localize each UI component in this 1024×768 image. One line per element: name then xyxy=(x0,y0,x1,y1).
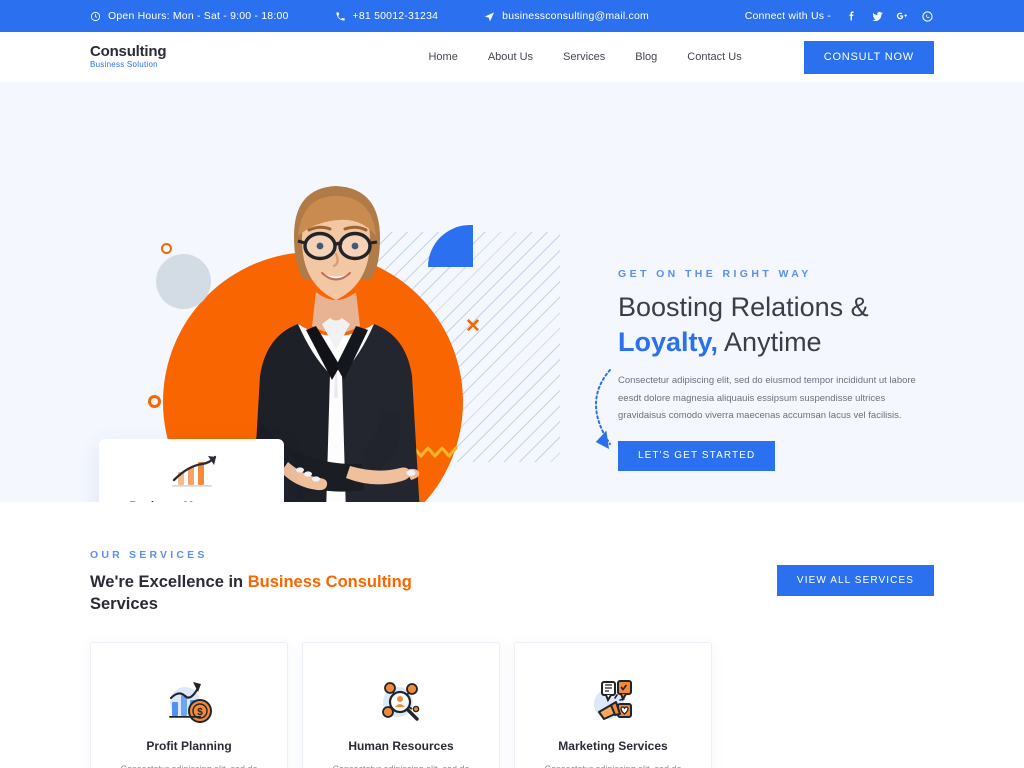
social-links-group: Connect with Us - xyxy=(745,9,934,23)
card-title: Marketing Services xyxy=(558,738,668,753)
nav-item-services[interactable]: Services xyxy=(563,51,605,63)
hero-title: Boosting Relations & Loyalty, Anytime xyxy=(618,290,933,359)
google-plus-icon[interactable] xyxy=(895,9,909,23)
clock-icon xyxy=(90,11,101,22)
card-title: Human Resources xyxy=(348,738,454,753)
service-card-profit-planning[interactable]: $ Profit Planning Consectetur adipiscing… xyxy=(90,641,288,768)
whatsapp-icon[interactable] xyxy=(920,9,934,23)
services-title-accent: Business Consulting xyxy=(247,573,412,591)
facebook-icon[interactable] xyxy=(845,9,859,23)
card-title: Profit Planning xyxy=(146,738,232,753)
services-title-part2: Services xyxy=(90,595,158,614)
grey-circle-decoration xyxy=(156,254,211,309)
service-cards-list: $ Profit Planning Consectetur adipiscing… xyxy=(90,641,934,768)
hero-title-rest: Anytime xyxy=(718,326,822,357)
hero-copy-block: GET ON THE RIGHT WAY Boosting Relations … xyxy=(595,268,933,471)
hero-title-accent: Loyalty, xyxy=(618,326,719,357)
hero-section: ✕ GET ON THE RIGHT WAY Boosting Relation… xyxy=(0,82,1024,502)
nav-item-blog[interactable]: Blog xyxy=(635,51,657,63)
email-info[interactable]: businessconsulting@mail.com xyxy=(484,10,649,22)
services-title: We're Excellence in Business Consulting … xyxy=(90,571,420,616)
card-description: Consectetur adipiscing elit, sed do eius… xyxy=(321,761,481,768)
people-network-search-icon xyxy=(321,673,481,729)
lets-get-started-button[interactable]: LET'S GET STARTED xyxy=(618,440,776,471)
dotted-curved-arrow-icon xyxy=(580,368,624,463)
phone-info[interactable]: +81 50012-31234 xyxy=(335,10,439,22)
view-all-services-button[interactable]: VIEW ALL SERVICES xyxy=(776,565,934,596)
send-mail-icon xyxy=(484,11,495,22)
consult-now-button[interactable]: CONSULT NOW xyxy=(803,40,934,74)
twitter-icon[interactable] xyxy=(870,9,884,23)
orange-x-decoration: ✕ xyxy=(465,316,481,337)
site-header: Consulting Business Solution Home About … xyxy=(0,32,1024,82)
hero-paragraph: Consectetur adipiscing elit, sed do eius… xyxy=(618,375,916,422)
services-title-part1: We're Excellence in xyxy=(90,573,248,591)
email-text: businessconsulting@mail.com xyxy=(502,10,649,22)
nav-item-contact-us[interactable]: Contact Us xyxy=(687,51,741,63)
top-info-bar: Open Hours: Mon - Sat - 9:00 - 18:00 +81… xyxy=(0,0,1024,32)
phone-text: +81 50012-31234 xyxy=(352,10,439,22)
main-navigation: Home About Us Services Blog Contact Us C… xyxy=(428,40,934,74)
orange-ring-decoration xyxy=(148,395,161,408)
open-hours-text: Open Hours: Mon - Sat - 9:00 - 18:00 xyxy=(108,10,289,22)
profit-chart-coin-icon: $ xyxy=(109,673,269,729)
nav-item-about-us[interactable]: About Us xyxy=(488,51,533,63)
connect-label: Connect with Us - xyxy=(744,10,831,22)
nav-item-home[interactable]: Home xyxy=(428,51,457,63)
logo-primary-text: Consulting xyxy=(90,43,167,61)
hero-title-line1: Boosting Relations & xyxy=(618,292,869,322)
megaphone-social-icon xyxy=(533,673,693,729)
business-management-card[interactable]: Business Management If you have the idea… xyxy=(99,439,284,502)
card-description: Consectetur adipiscing elit, sed do eius… xyxy=(533,761,693,768)
growth-bar-chart-icon xyxy=(164,453,220,494)
service-card-human-resources[interactable]: Human Resources Consectetur adipiscing e… xyxy=(302,641,500,768)
logo-tagline: Business Solution xyxy=(90,60,158,70)
small-orange-ring-decoration xyxy=(161,243,172,254)
phone-icon xyxy=(335,11,346,22)
services-eyebrow: OUR SERVICES xyxy=(90,549,208,561)
service-card-marketing-services[interactable]: Marketing Services Consectetur adipiscin… xyxy=(514,641,712,768)
open-hours-info: Open Hours: Mon - Sat - 9:00 - 18:00 xyxy=(90,10,289,22)
services-header: OUR SERVICES We're Excellence in Busines… xyxy=(90,549,934,616)
card-description: Consectetur adipiscing elit, sed do eius… xyxy=(109,761,269,768)
hero-eyebrow: GET ON THE RIGHT WAY xyxy=(618,268,812,280)
site-logo[interactable]: Consulting Business Solution xyxy=(90,43,167,70)
services-section: OUR SERVICES We're Excellence in Busines… xyxy=(0,502,1024,768)
